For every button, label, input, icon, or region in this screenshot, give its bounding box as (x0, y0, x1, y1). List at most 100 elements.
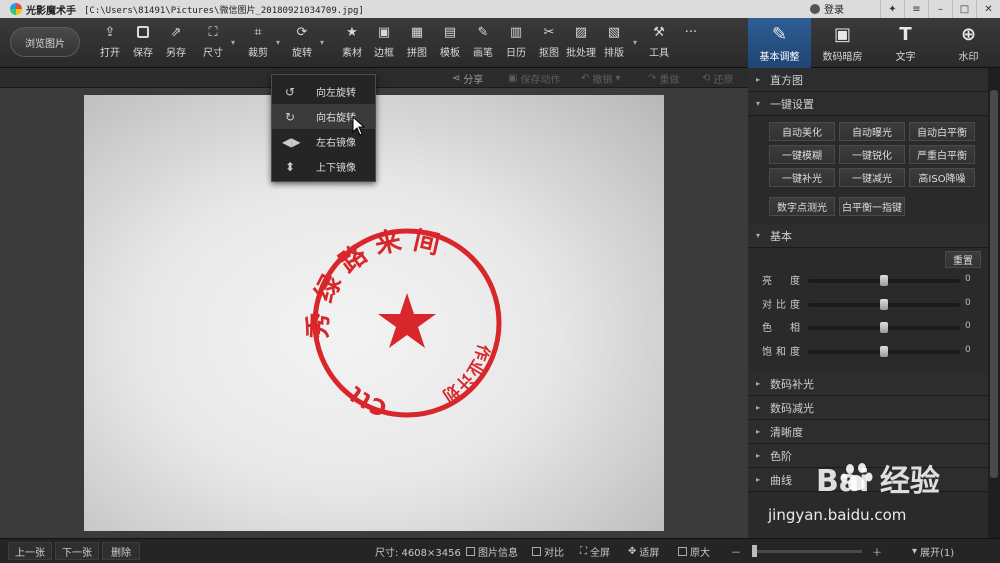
maximize-button[interactable]: □ (952, 0, 976, 18)
undo-dropdown-caret[interactable]: ▾ (615, 73, 620, 84)
tool-cutout[interactable]: ✂ 抠图 (532, 24, 566, 64)
contrast-label: 对比度 (762, 299, 804, 311)
contrast-slider[interactable] (808, 298, 960, 310)
menu-mirror-vertical[interactable]: ⬍ 上下镜像 (272, 154, 375, 179)
tool-layout[interactable]: ▧ 排版 (597, 24, 631, 64)
section-histogram[interactable]: ▸ 直方图 (748, 68, 988, 92)
contrast-knob[interactable] (880, 298, 888, 310)
resize-dropdown-caret[interactable]: ▾ (231, 38, 235, 47)
tool-more[interactable]: ··· (674, 24, 708, 64)
reset-button[interactable]: 重置 (945, 251, 981, 268)
delete-button[interactable]: 删除 (102, 542, 140, 560)
one-click-sharpen-button[interactable]: 一键锐化 (839, 145, 905, 164)
brightness-slider-row: 亮 度 0 (748, 268, 988, 292)
fullscreen-button[interactable]: ⛶ 全屏 (580, 544, 610, 559)
brightness-label: 亮 度 (762, 276, 804, 288)
section-digital-reduce-light[interactable]: ▸ 数码减光 (748, 396, 988, 420)
rotate-dropdown-caret[interactable]: ▾ (320, 38, 324, 47)
digital-spot-metering-button[interactable]: 数字点测光 (769, 197, 835, 216)
share-button[interactable]: ⋖ 分享 (452, 71, 483, 86)
tool-material[interactable]: ★ 素材 (335, 24, 369, 64)
hue-slider[interactable] (808, 322, 960, 333)
brightness-knob[interactable] (880, 275, 888, 286)
strong-white-balance-button[interactable]: 严重白平衡 (909, 145, 975, 164)
section-digital-fill-light[interactable]: ▸ 数码补光 (748, 372, 988, 396)
tool-crop[interactable]: ⌗ 裁剪 (241, 24, 275, 64)
tab-basic-adjust[interactable]: ✎ 基本调整 (748, 18, 811, 68)
close-button[interactable]: ✕ (976, 0, 1000, 18)
white-balance-picker-button[interactable]: 白平衡一指键 (839, 197, 905, 216)
undo-button[interactable]: ↶ 撤销 ▾ (581, 71, 620, 86)
next-image-button[interactable]: 下一张 (55, 542, 99, 560)
login-label: 登录 (824, 5, 844, 16)
fit-screen-button[interactable]: ✥ 适屏 (628, 544, 659, 559)
menu-icon[interactable]: ≡ (904, 0, 928, 18)
one-click-blur-button[interactable]: 一键模糊 (769, 145, 835, 164)
tab-watermark[interactable]: ⊕ 水印 (937, 18, 1000, 68)
menu-rotate-left[interactable]: ↺ 向左旋转 (272, 79, 375, 104)
hue-knob[interactable] (880, 322, 888, 333)
section-basic[interactable]: ▾ 基本 (748, 224, 988, 248)
image-info-button[interactable]: 图片信息 (466, 544, 518, 559)
minimize-button[interactable]: – (928, 0, 952, 18)
mouse-cursor-icon (352, 116, 366, 136)
restore-button[interactable]: ⟲ 还原 (702, 71, 733, 86)
redo-button[interactable]: ↷ 重做 (648, 71, 679, 86)
section-clarity[interactable]: ▸ 清晰度 (748, 420, 988, 444)
zoom-out-button[interactable]: － (731, 544, 741, 559)
save-icon (135, 24, 151, 40)
tool-brush[interactable]: ✎ 画笔 (466, 24, 500, 64)
tab-text[interactable]: T 文字 (874, 18, 937, 68)
tool-collage[interactable]: ▦ 拼图 (400, 24, 434, 64)
crop-dropdown-caret[interactable]: ▾ (276, 38, 280, 47)
brightness-slider[interactable] (808, 275, 960, 286)
user-icon (810, 3, 820, 14)
original-size-icon (678, 547, 687, 556)
tool-batch[interactable]: ▨ 批处理 (564, 24, 598, 64)
tab-darkroom[interactable]: ▣ 数码暗房 (811, 18, 874, 68)
saturation-slider[interactable] (808, 345, 960, 357)
tool-template[interactable]: ▤ 模板 (433, 24, 467, 64)
zoom-slider[interactable] (752, 550, 862, 553)
svg-text:Ctt: Ctt (344, 380, 391, 420)
tool-resize[interactable]: ⛶ 尺寸 (196, 24, 230, 64)
auto-white-balance-button[interactable]: 自动白平衡 (909, 122, 975, 141)
tool-save[interactable]: 保存 (126, 24, 160, 64)
auto-exposure-button[interactable]: 自动曝光 (839, 122, 905, 141)
save-action-button[interactable]: ▣ 保存动作 (508, 71, 560, 86)
panel-scrollbar-thumb[interactable] (990, 90, 998, 478)
wrench-icon: ⚒ (653, 24, 665, 40)
tool-rotate[interactable]: ⟳ 旋转 (285, 24, 319, 64)
auto-beautify-button[interactable]: 自动美化 (769, 122, 835, 141)
compare-button[interactable]: 对比 (532, 544, 564, 559)
login-button[interactable]: 登录 (810, 1, 844, 16)
panel-scrollbar[interactable] (988, 68, 1000, 538)
status-bar: 上一张 下一张 删除 尺寸: 4608×3456 图片信息 对比 ⛶ 全屏 ✥ 适屏… (0, 538, 1000, 563)
tool-calendar[interactable]: ▥ 日历 (499, 24, 533, 64)
zoom-slider-knob[interactable] (752, 545, 757, 557)
previous-image-button[interactable]: 上一张 (8, 542, 52, 560)
tool-tools[interactable]: ⚒ 工具 (642, 24, 676, 64)
tool-border[interactable]: ▣ 边框 (367, 24, 401, 64)
zoom-in-button[interactable]: ＋ (872, 544, 882, 559)
tool-open[interactable]: ⇪ 打开 (93, 24, 127, 64)
saturation-knob[interactable] (880, 345, 888, 357)
batch-icon: ▨ (574, 24, 588, 40)
undo-icon: ↶ (581, 73, 590, 84)
original-size-button[interactable]: 原大 (678, 544, 710, 559)
fullscreen-icon: ⛶ (580, 546, 587, 557)
one-click-fill-light-button[interactable]: 一键补光 (769, 168, 835, 187)
hue-slider-row: 色 相 0 (748, 315, 988, 339)
section-one-click[interactable]: ▾ 一键设置 (748, 92, 988, 116)
expand-filmstrip-button[interactable]: ▾ 展开(1) (912, 544, 954, 559)
high-iso-denoise-button[interactable]: 高ISO降噪 (909, 168, 975, 187)
browse-images-button[interactable]: 浏览图片 (10, 27, 80, 57)
expand-arrow-icon: ▸ (756, 75, 761, 84)
one-click-reduce-light-button[interactable]: 一键减光 (839, 168, 905, 187)
open-icon: ⇪ (104, 24, 116, 40)
tool-save-as[interactable]: ⇗ 另存 (159, 24, 193, 64)
saturation-value: 0 (965, 344, 971, 355)
skin-icon[interactable]: ✦ (880, 0, 904, 18)
stamp-bottom-text: Ctt (344, 380, 391, 420)
layout-dropdown-caret[interactable]: ▾ (633, 38, 637, 47)
